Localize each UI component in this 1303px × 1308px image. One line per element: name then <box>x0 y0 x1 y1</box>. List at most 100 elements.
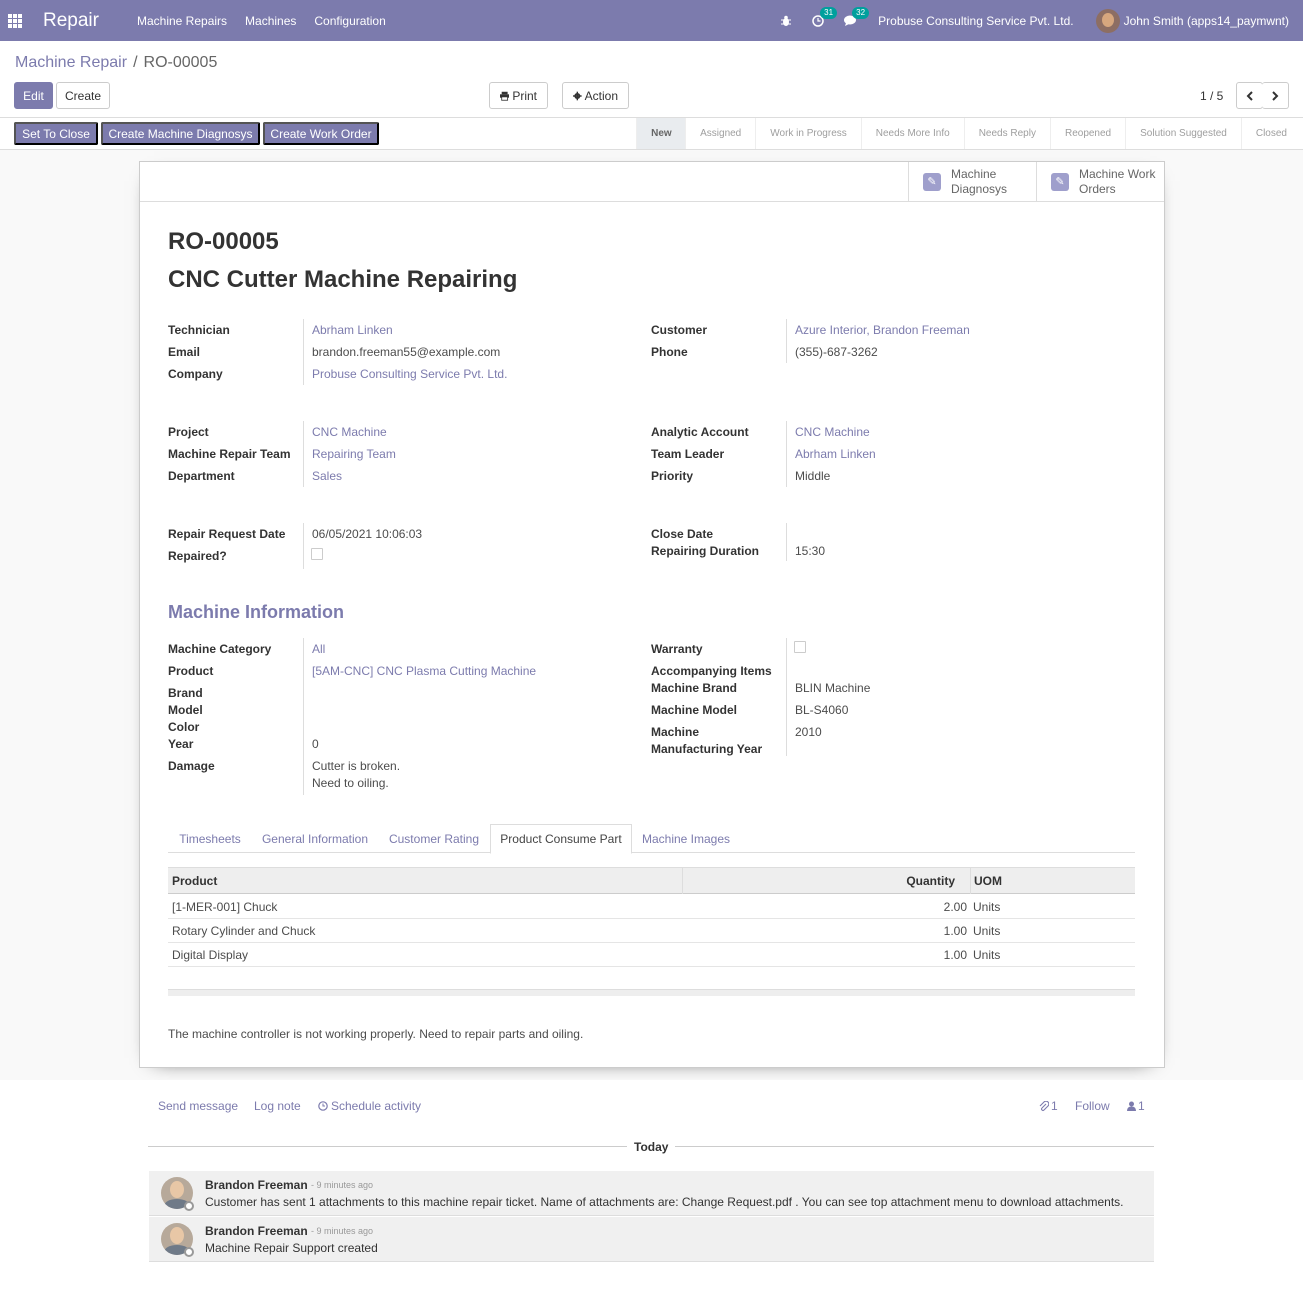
machine-brand-value: BLIN Machine <box>795 681 871 695</box>
stage-assigned[interactable]: Assigned <box>685 118 755 149</box>
tab-product-consume-part[interactable]: Product Consume Part <box>490 824 632 854</box>
breadcrumb-parent[interactable]: Machine Repair <box>15 54 127 72</box>
machine-category-value[interactable]: All <box>312 642 325 656</box>
phone-value: (355)-687-3262 <box>795 345 878 359</box>
breadcrumb: Machine Repair / RO-00005 <box>15 54 217 72</box>
technician-value[interactable]: Abrham Linken <box>312 323 393 337</box>
stage-new[interactable]: New <box>636 118 686 149</box>
attachments-button[interactable]: 1 <box>1039 1099 1058 1113</box>
column-quantity[interactable]: Quantity <box>683 868 955 894</box>
presence-status-icon <box>184 1247 194 1257</box>
table-row[interactable]: Rotary Cylinder and Chuck 1.00 Units <box>168 919 1135 943</box>
date-divider-label: Today <box>627 1140 676 1154</box>
statusbar: Set To Close Create Machine Diagnosys Cr… <box>0 118 1303 150</box>
product-label: Product <box>168 664 214 678</box>
request-date-value: 06/05/2021 10:06:03 <box>312 527 423 541</box>
chatter-message[interactable]: Brandon Freeman - 9 minutes ago Machine … <box>149 1217 1154 1262</box>
action-button[interactable]: Action <box>562 82 629 109</box>
send-message-button[interactable]: Send message <box>158 1099 238 1113</box>
repair-team-value[interactable]: Repairing Team <box>312 447 396 461</box>
chatter-message[interactable]: Brandon Freeman - 9 minutes ago Customer… <box>149 1171 1154 1216</box>
smart-button-box: ✎ Machine Diagnosys ✎ Machine Work Orders <box>140 162 1164 202</box>
message-author[interactable]: Brandon Freeman <box>205 1224 308 1238</box>
set-to-close-button[interactable]: Set To Close <box>14 122 98 145</box>
apps-menu-icon[interactable] <box>0 0 30 41</box>
machine-brand-label: Machine Brand <box>651 681 738 695</box>
table-row[interactable]: [1-MER-001] Chuck 2.00 Units <box>168 895 1135 919</box>
message-author[interactable]: Brandon Freeman <box>205 1178 308 1192</box>
analytic-account-value[interactable]: CNC Machine <box>795 425 870 439</box>
top-navbar: Repair Machine Repairs Machines Configur… <box>0 0 1303 41</box>
activity-count-badge: 31 <box>820 6 838 19</box>
stage-solution-suggested[interactable]: Solution Suggested <box>1125 118 1241 149</box>
activity-clock-icon[interactable]: 31 <box>812 6 838 27</box>
create-button[interactable]: Create <box>56 82 110 109</box>
product-value[interactable]: [5AM-CNC] CNC Plasma Cutting Machine <box>312 664 536 678</box>
menu-machine-repairs[interactable]: Machine Repairs <box>137 14 227 28</box>
priority-value: Middle <box>795 469 831 483</box>
table-row[interactable]: Digital Display 1.00 Units <box>168 943 1135 967</box>
messages-comments-icon[interactable]: 32 <box>844 6 870 27</box>
pager-previous-button[interactable] <box>1236 82 1263 109</box>
tab-machine-images[interactable]: Machine Images <box>632 824 740 853</box>
create-machine-diagnosys-button[interactable]: Create Machine Diagnosys <box>101 122 260 145</box>
stage-work-in-progress[interactable]: Work in Progress <box>755 118 861 149</box>
pager-next-button[interactable] <box>1262 82 1289 109</box>
pencil-icon: ✎ <box>923 172 941 191</box>
user-avatar <box>1095 8 1120 33</box>
warranty-checkbox[interactable] <box>794 641 806 653</box>
app-brand[interactable]: Repair <box>43 10 99 32</box>
column-product[interactable]: Product <box>172 868 217 894</box>
row-product: Digital Display <box>172 948 249 962</box>
print-button[interactable]: Print <box>489 82 548 109</box>
damage-label: Damage <box>168 759 215 773</box>
year-label: Year <box>168 737 194 751</box>
edit-button[interactable]: Edit <box>14 82 53 109</box>
menu-machines[interactable]: Machines <box>245 14 296 28</box>
company-value[interactable]: Probuse Consulting Service Pvt. Ltd. <box>312 367 507 381</box>
debug-bug-icon[interactable] <box>780 15 792 27</box>
brand-label: Brand <box>168 686 203 700</box>
action-label: Action <box>584 88 618 103</box>
machine-work-orders-smart-button[interactable]: ✎ Machine Work Orders <box>1036 162 1164 201</box>
customer-value[interactable]: Azure Interior, Brandon Freeman <box>795 323 970 337</box>
email-value: brandon.freeman55@example.com <box>312 345 501 359</box>
department-label: Department <box>168 469 235 483</box>
schedule-activity-button[interactable]: Schedule activity <box>318 1099 421 1113</box>
print-icon <box>500 91 510 101</box>
row-uom: Units <box>973 924 1001 938</box>
tab-customer-rating[interactable]: Customer Rating <box>378 824 490 853</box>
tab-timesheets[interactable]: Timesheets <box>168 824 252 853</box>
department-value[interactable]: Sales <box>312 469 342 483</box>
breadcrumb-current: RO-00005 <box>143 54 218 71</box>
machine-diagnosys-smart-button[interactable]: ✎ Machine Diagnosys <box>908 162 1036 201</box>
notebook-tabs: Timesheets General Information Customer … <box>168 824 1135 854</box>
team-leader-value[interactable]: Abrham Linken <box>795 447 876 461</box>
stage-needs-reply[interactable]: Needs Reply <box>963 118 1050 149</box>
systray: 31 32 Probuse Consulting Service Pvt. Lt… <box>780 0 1303 41</box>
repaired-label: Repaired? <box>168 549 227 563</box>
user-menu[interactable]: John Smith (apps14_paymwnt) <box>1095 8 1289 33</box>
tab-general-information[interactable]: General Information <box>252 824 378 853</box>
stage-closed[interactable]: Closed <box>1240 118 1303 149</box>
menu-configuration[interactable]: Configuration <box>314 14 385 28</box>
create-work-order-button[interactable]: Create Work Order <box>263 122 379 145</box>
stage-reopened[interactable]: Reopened <box>1049 118 1125 149</box>
analytic-account-label: Analytic Account <box>651 425 749 439</box>
repaired-checkbox[interactable] <box>311 548 323 560</box>
damage-line-1: Cutter is broken. <box>312 759 401 773</box>
pager-value[interactable]: 1 / 5 <box>1200 89 1223 103</box>
column-uom[interactable]: UOM <box>974 868 1002 894</box>
technician-label: Technician <box>168 323 230 337</box>
project-value[interactable]: CNC Machine <box>312 425 387 439</box>
follow-button[interactable]: Follow <box>1075 1099 1110 1113</box>
stage-needs-more-info[interactable]: Needs More Info <box>860 118 964 149</box>
description-note: The machine controller is not working pr… <box>168 1027 584 1041</box>
followers-button[interactable]: 1 <box>1127 1099 1145 1113</box>
presence-status-icon <box>184 1201 194 1211</box>
log-note-button[interactable]: Log note <box>254 1099 301 1113</box>
duration-value: 15:30 <box>795 544 826 558</box>
field-divider <box>303 638 304 795</box>
company-switcher[interactable]: Probuse Consulting Service Pvt. Ltd. <box>878 14 1073 28</box>
form-sheet: ✎ Machine Diagnosys ✎ Machine Work Orders … <box>139 161 1165 1068</box>
